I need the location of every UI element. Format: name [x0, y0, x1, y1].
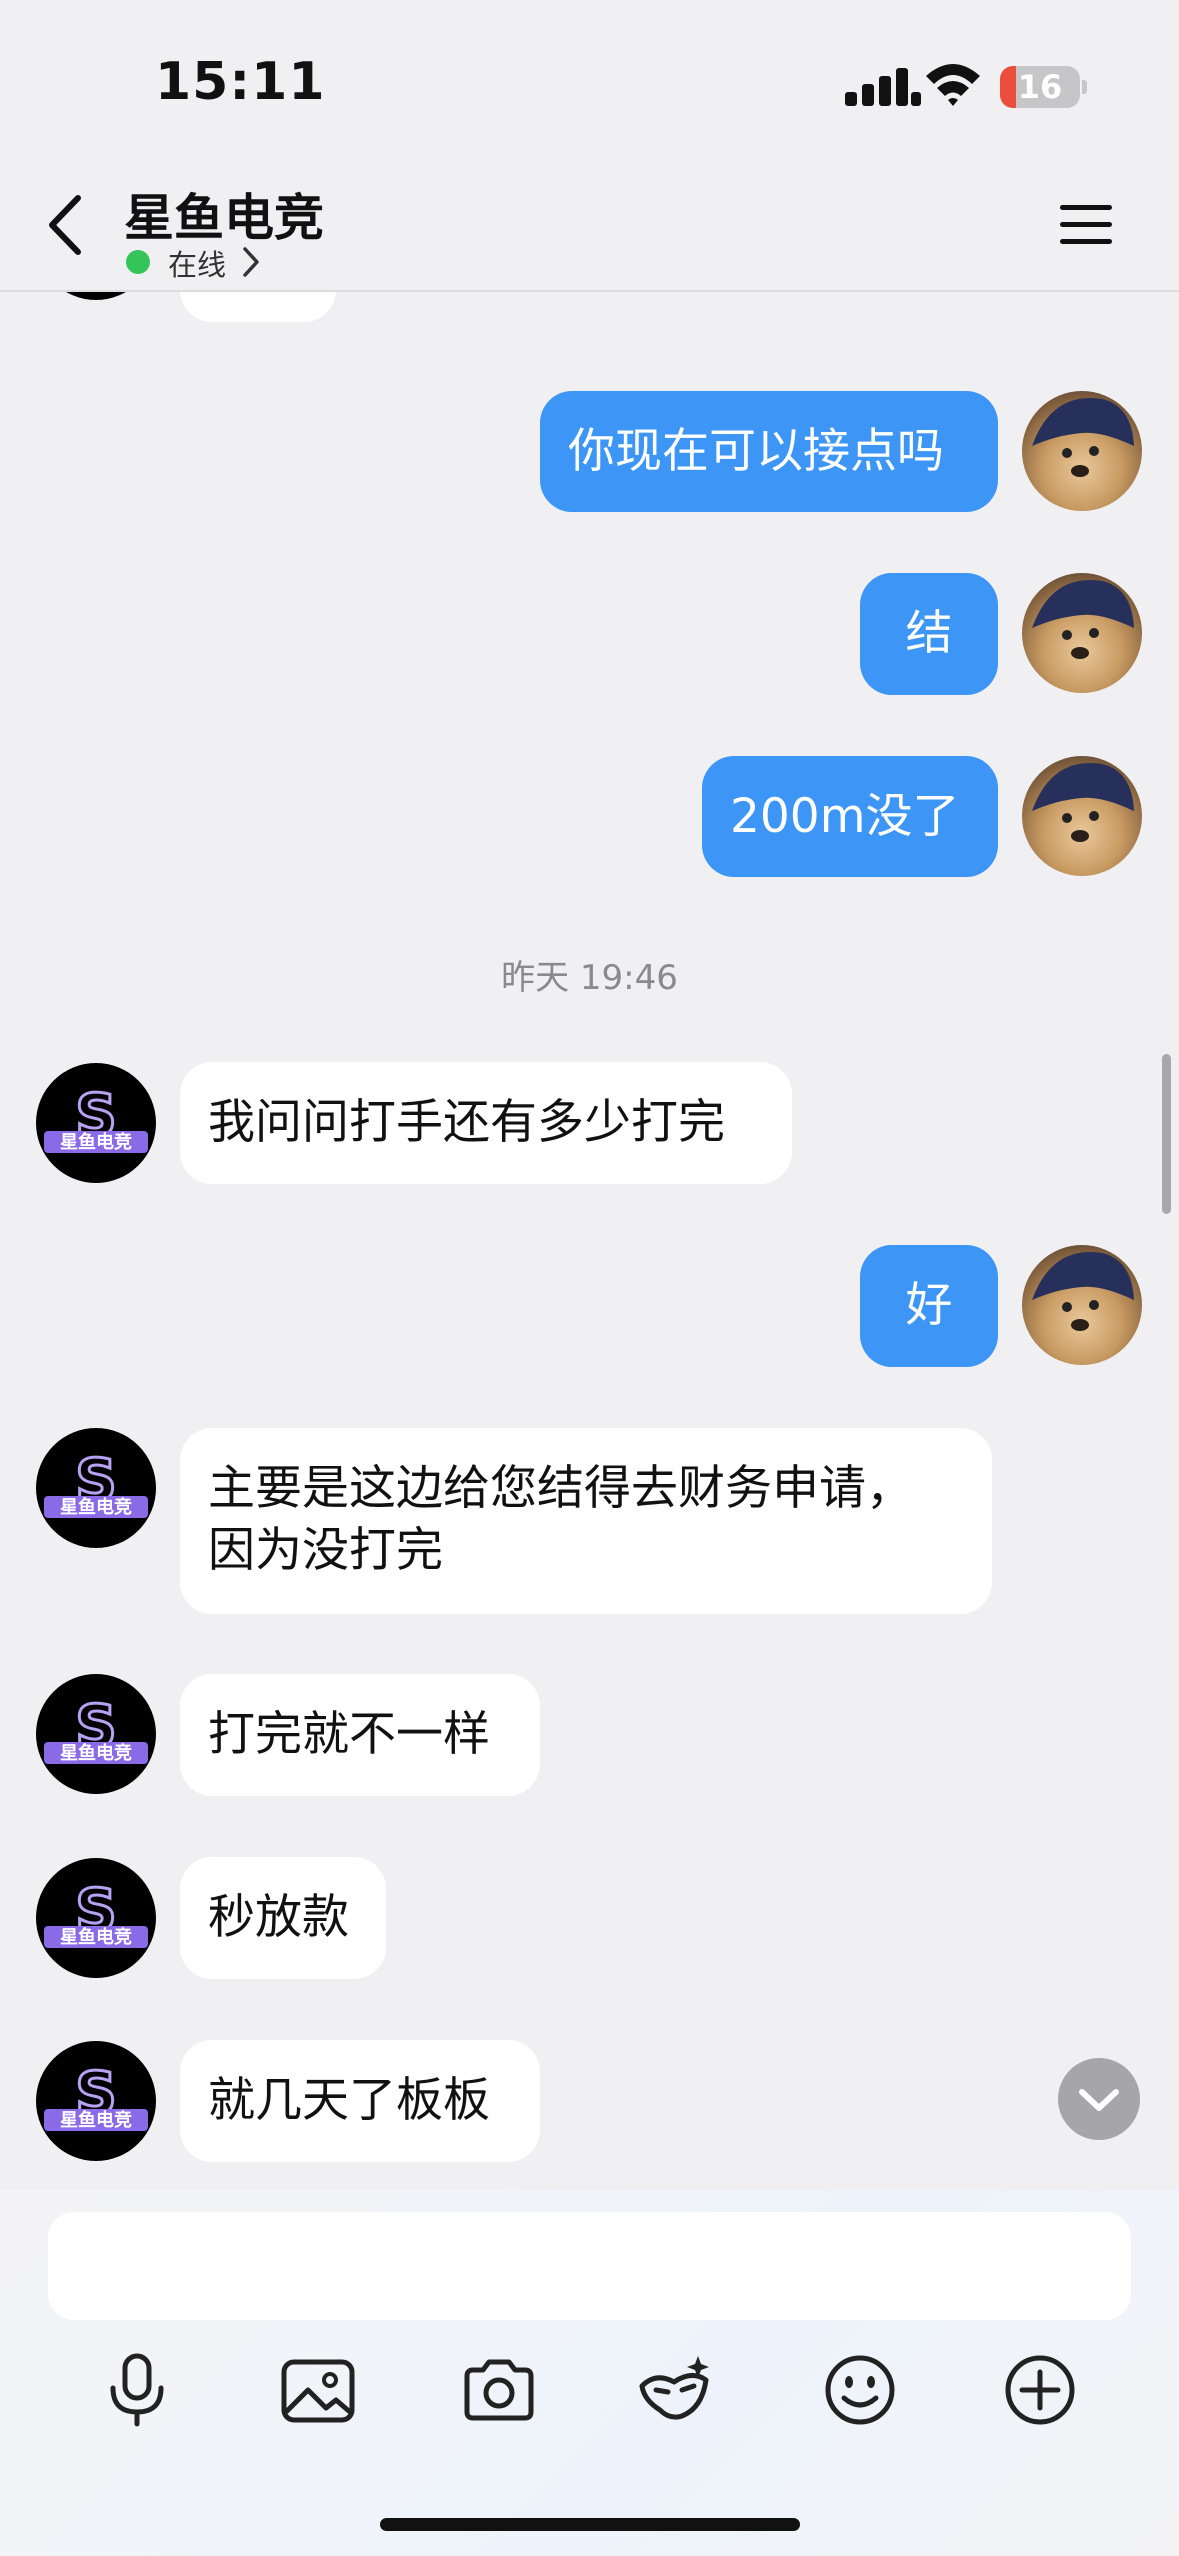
- message-bubble-incoming[interactable]: 就几天了板板: [180, 2040, 540, 2162]
- brand-logo-icon: S 星鱼电竞: [44, 1080, 148, 1153]
- contact-avatar[interactable]: S 星鱼电竞: [36, 1063, 156, 1183]
- online-status-dot: [126, 250, 150, 274]
- brand-logo-text: 星鱼电竞: [60, 1926, 132, 1948]
- contact-avatar[interactable]: S 星鱼电竞: [36, 1674, 156, 1794]
- dog-avatar-icon: [1032, 762, 1134, 842]
- chevron-right-icon[interactable]: [242, 245, 260, 279]
- emoji-icon[interactable]: [820, 2350, 900, 2430]
- message-input[interactable]: [48, 2212, 1131, 2320]
- message-bubble-outgoing[interactable]: 好: [860, 1245, 998, 1367]
- brand-logo-icon: S 星鱼电竞: [44, 1691, 148, 1764]
- battery-level: 16: [1017, 68, 1063, 106]
- brand-logo-text: 星鱼电竞: [60, 1131, 132, 1153]
- mask-icon[interactable]: [636, 2350, 716, 2430]
- microphone-icon[interactable]: [97, 2350, 177, 2430]
- chevron-down-icon: [1079, 2089, 1119, 2111]
- message-bubble-outgoing[interactable]: 你现在可以接点吗: [540, 391, 998, 512]
- message-timestamp: 昨天 19:46: [501, 958, 678, 998]
- scroll-to-bottom-button[interactable]: [1058, 2058, 1140, 2140]
- message-bubble-outgoing[interactable]: 结: [860, 573, 998, 695]
- dog-avatar-icon: [1032, 579, 1134, 659]
- plus-icon[interactable]: [1000, 2350, 1080, 2430]
- message-bubble-incoming[interactable]: 秒放款: [180, 1857, 386, 1979]
- contact-avatar[interactable]: S 星鱼电竞: [36, 1428, 156, 1548]
- user-avatar[interactable]: [1022, 391, 1142, 511]
- battery-cap: [1082, 80, 1087, 94]
- camera-icon[interactable]: [459, 2350, 539, 2430]
- user-avatar[interactable]: [1022, 573, 1142, 693]
- user-avatar[interactable]: [1022, 1245, 1142, 1365]
- online-status-text[interactable]: 在线: [168, 242, 226, 284]
- message-bubble-incoming[interactable]: 主要是这边给您结得去财务申请， 因为没打完: [180, 1428, 992, 1614]
- scrollbar-thumb[interactable]: [1162, 1054, 1171, 1214]
- brand-logo-text: 星鱼电竞: [60, 1742, 132, 1764]
- chat-title[interactable]: 星鱼电竞: [124, 178, 324, 250]
- status-time: 15:11: [155, 52, 326, 112]
- contact-avatar[interactable]: S 星鱼电竞: [36, 1858, 156, 1978]
- message-bubble-incoming[interactable]: 我问问打手还有多少打完: [180, 1062, 792, 1184]
- chat-scroll-area[interactable]: 你现在可以接点吗 结 200m没了 昨天 19:46 S 星鱼电竞 我问问打手还…: [0, 290, 1179, 2190]
- dog-avatar-icon: [1032, 397, 1134, 477]
- message-bubble-outgoing[interactable]: 200m没了: [702, 756, 998, 877]
- battery-indicator: 16: [1000, 66, 1080, 108]
- brand-logo-text: 星鱼电竞: [60, 2109, 132, 2131]
- brand-logo-text: 星鱼电竞: [60, 1496, 132, 1518]
- home-indicator[interactable]: [380, 2518, 800, 2531]
- menu-icon[interactable]: [1058, 202, 1114, 248]
- brand-logo-icon: S 星鱼电竞: [44, 1445, 148, 1518]
- wifi-icon: [926, 64, 980, 106]
- back-chevron-icon[interactable]: [42, 190, 92, 260]
- message-bubble-incoming[interactable]: 打完就不一样: [180, 1674, 540, 1796]
- brand-logo-icon: S 星鱼电竞: [44, 1875, 148, 1948]
- message-bubble-partial[interactable]: [180, 290, 336, 322]
- contact-avatar[interactable]: S 星鱼电竞: [36, 2041, 156, 2161]
- user-avatar[interactable]: [1022, 756, 1142, 876]
- dog-avatar-icon: [1032, 1251, 1134, 1331]
- image-icon[interactable]: [278, 2350, 358, 2430]
- brand-logo-icon: S 星鱼电竞: [44, 2058, 148, 2131]
